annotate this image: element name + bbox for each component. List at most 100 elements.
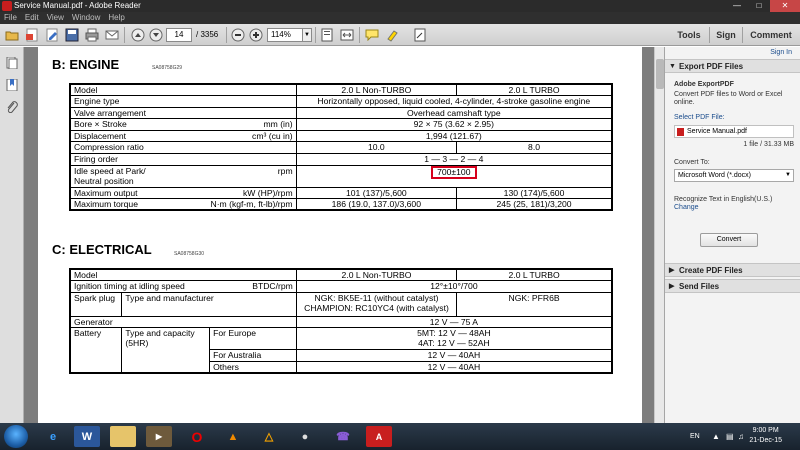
tools-tab[interactable]: Tools — [670, 24, 708, 46]
row-value: 12 V — 75 A — [295, 315, 613, 329]
print-icon[interactable] — [84, 27, 100, 43]
zoom-dropdown-icon[interactable]: ▼ — [302, 28, 312, 42]
clock-time: 9:00 PM — [752, 427, 779, 434]
engine-section-title: B: ENGINE — [52, 57, 120, 72]
row-label: Idle speed at Park/ — [74, 165, 146, 176]
app-icon[interactable]: ● — [292, 426, 318, 447]
row-value: 8.0 — [456, 141, 613, 155]
table-row: Firing order 1 — 3 — 2 — 4 — [69, 153, 613, 166]
email-icon[interactable] — [104, 27, 120, 43]
row-label: Bore × Stroke — [74, 119, 127, 130]
send-files-header[interactable]: ▶ Send Files — [665, 279, 800, 293]
vlc-icon[interactable]: ▲ — [220, 426, 246, 447]
menu-window[interactable]: Window — [68, 12, 104, 24]
internet-explorer-icon[interactable]: e — [40, 426, 66, 447]
zoom-in-icon[interactable] — [248, 27, 264, 43]
zoom-input[interactable]: 114% — [267, 28, 303, 42]
table-header-cell: 2.0 L Non-TURBO — [295, 268, 458, 282]
table-row: Spark plug Type and manufacturer NGK: BK… — [69, 291, 613, 317]
maximize-button[interactable]: □ — [748, 0, 770, 12]
table-row: Model 2.0 L Non-TURBO 2.0 L TURBO — [69, 268, 613, 282]
attachments-icon[interactable] — [6, 101, 18, 114]
row-label: Compression ratio — [69, 141, 297, 155]
table-row: Compression ratio 10.0 8.0 — [69, 141, 613, 155]
volume-icon[interactable]: ♫ — [738, 423, 744, 450]
fill-sign-icon[interactable] — [412, 27, 428, 43]
open-icon[interactable] — [4, 27, 20, 43]
language-indicator[interactable]: EN — [690, 423, 700, 450]
highlight-icon[interactable] — [384, 27, 400, 43]
menu-file[interactable]: File — [0, 12, 21, 24]
row-sublabel: For Europe — [209, 327, 297, 351]
tray-arrow-icon[interactable]: ▲ — [712, 423, 720, 450]
comment-icon[interactable] — [364, 27, 380, 43]
window-title: Service Manual.pdf - Adobe Reader — [14, 1, 141, 10]
row-sublabel: (5HR) — [125, 338, 149, 349]
viber-icon[interactable]: ☎ — [330, 426, 356, 447]
create-pdf-icon[interactable] — [24, 27, 40, 43]
send-files-header-label: Send Files — [679, 282, 720, 291]
row-value: 92 × 75 (3.62 × 2.95) — [295, 118, 613, 131]
scrollbar-thumb[interactable] — [656, 59, 664, 89]
row-sublabel: For Australia — [209, 349, 297, 362]
row-value: 5MT: 12 V — 48AH — [417, 328, 491, 339]
selected-file-field[interactable]: Service Manual.pdf — [674, 125, 794, 138]
row-sublabel: Type and manufacturer — [121, 291, 297, 317]
network-icon[interactable]: ▤ — [726, 423, 734, 450]
pdf-file-icon — [677, 128, 684, 136]
change-language-link[interactable]: Change — [674, 204, 699, 212]
create-pdf-header[interactable]: ▶ Create PDF Files — [665, 263, 800, 277]
convert-button[interactable]: Convert — [700, 233, 758, 247]
engine-spec-table: Model 2.0 L Non-TURBO 2.0 L TURBO Engine… — [69, 83, 613, 212]
file-explorer-icon[interactable] — [110, 426, 136, 447]
format-select[interactable]: Microsoft Word (*.docx) ▼ — [674, 169, 794, 182]
document-viewer[interactable]: B: ENGINE SA08758G29 Model 2.0 L Non-TUR… — [24, 47, 656, 423]
adobe-reader-taskbar-icon[interactable]: A — [366, 426, 392, 447]
table-row: Displacement cm³ (cu in) 1,994 (121.67) — [69, 129, 613, 143]
row-unit: kW (HP)/rpm — [242, 187, 293, 198]
row-label-cell: Maximum output kW (HP)/rpm — [69, 186, 297, 200]
clock[interactable]: 9:00 PM 21-Dec-15 — [749, 426, 782, 446]
row-value: 10.0 — [295, 141, 458, 155]
media-player-icon[interactable]: ▶ — [146, 426, 172, 447]
previous-page-icon[interactable] — [130, 27, 146, 43]
expand-arrow-icon: ▶ — [669, 283, 675, 290]
page-thumbnails-icon[interactable] — [6, 56, 18, 70]
fit-page-icon[interactable] — [319, 27, 335, 43]
sign-in-link[interactable]: Sign In — [770, 49, 792, 56]
page-total: / 3356 — [196, 30, 219, 39]
convert-to-label: Convert To: — [674, 159, 710, 166]
row-unit: BTDC/rpm — [252, 281, 293, 292]
next-page-icon[interactable] — [148, 27, 164, 43]
word-icon[interactable]: W — [74, 426, 100, 447]
start-button[interactable] — [4, 425, 28, 448]
create-pdf-header-label: Create PDF Files — [679, 266, 743, 275]
minimize-button[interactable]: — — [726, 0, 748, 12]
row-sublabel-cell: Type and capacity (5HR) — [121, 327, 211, 374]
expand-arrow-icon: ▶ — [669, 267, 675, 274]
menu-help[interactable]: Help — [104, 12, 128, 24]
row-value: 245 (25, 181)/3,200 — [456, 198, 613, 211]
menu-bar: File Edit View Window Help — [0, 12, 800, 24]
close-button[interactable]: ✕ — [770, 0, 800, 12]
vertical-scrollbar[interactable] — [654, 47, 664, 423]
row-value: NGK: BK5E-11 (without catalyst) — [314, 292, 439, 303]
bookmarks-icon[interactable] — [6, 78, 18, 92]
export-pdf-header[interactable]: ▼ Export PDF Files — [665, 59, 800, 73]
row-label: Spark plug — [69, 291, 123, 317]
comment-tab[interactable]: Comment — [746, 24, 796, 46]
table-header-cell: Model — [69, 83, 297, 97]
aimp-icon[interactable]: △ — [256, 426, 282, 447]
menu-edit[interactable]: Edit — [21, 12, 43, 24]
zoom-out-icon[interactable] — [230, 27, 246, 43]
opera-icon[interactable]: O — [184, 426, 210, 447]
save-icon[interactable] — [64, 27, 80, 43]
pdf-page: B: ENGINE SA08758G29 Model 2.0 L Non-TUR… — [38, 47, 642, 423]
page-number-input[interactable]: 14 — [166, 28, 192, 42]
row-unit: rpm — [277, 165, 293, 176]
selected-file-name: Service Manual.pdf — [687, 128, 747, 135]
fit-width-icon[interactable] — [339, 27, 355, 43]
menu-view[interactable]: View — [43, 12, 68, 24]
sign-tab[interactable]: Sign — [711, 24, 741, 46]
edit-pdf-icon[interactable] — [44, 27, 60, 43]
